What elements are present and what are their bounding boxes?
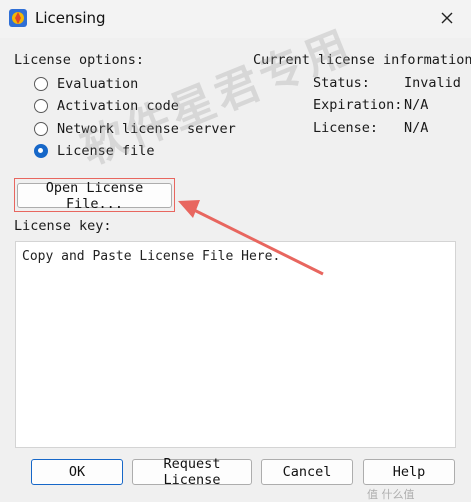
current-license-info-heading: Current license information <box>253 52 471 68</box>
help-button[interactable]: Help <box>363 459 455 485</box>
radio-label: Evaluation <box>57 76 139 92</box>
radio-button[interactable] <box>34 122 48 136</box>
request-license-button[interactable]: Request License <box>132 456 252 488</box>
license-options-heading: License options: <box>14 52 145 68</box>
close-icon[interactable] <box>437 8 457 28</box>
license-value: N/A <box>404 120 429 136</box>
open-license-file-button[interactable]: Open License File... <box>17 180 172 212</box>
radio-button-selected[interactable] <box>34 144 48 158</box>
radio-label: License file <box>57 143 155 159</box>
license-key-textarea[interactable]: Copy and Paste License File Here. <box>15 241 456 448</box>
license-label: License: <box>313 120 379 136</box>
window-title: Licensing <box>35 9 106 27</box>
expiration-label: Expiration: <box>313 97 403 113</box>
radio-label: Network license server <box>57 121 236 137</box>
license-key-text[interactable]: Copy and Paste License File Here. <box>22 249 280 264</box>
cancel-button[interactable]: Cancel <box>261 459 353 485</box>
ok-button[interactable]: OK <box>31 459 123 485</box>
radio-button[interactable] <box>34 99 48 113</box>
radio-label: Activation code <box>57 98 179 114</box>
status-value: Invalid <box>404 75 461 91</box>
corner-watermark: 值 什么值 <box>367 488 415 501</box>
license-key-label: License key: <box>14 218 112 234</box>
radio-button[interactable] <box>34 77 48 91</box>
app-logo-icon <box>9 9 27 27</box>
dialog-content: License options: Evaluation Activation c… <box>0 20 471 502</box>
expiration-value: N/A <box>404 97 429 113</box>
status-label: Status: <box>313 75 370 91</box>
title-bar: Licensing <box>0 0 471 38</box>
